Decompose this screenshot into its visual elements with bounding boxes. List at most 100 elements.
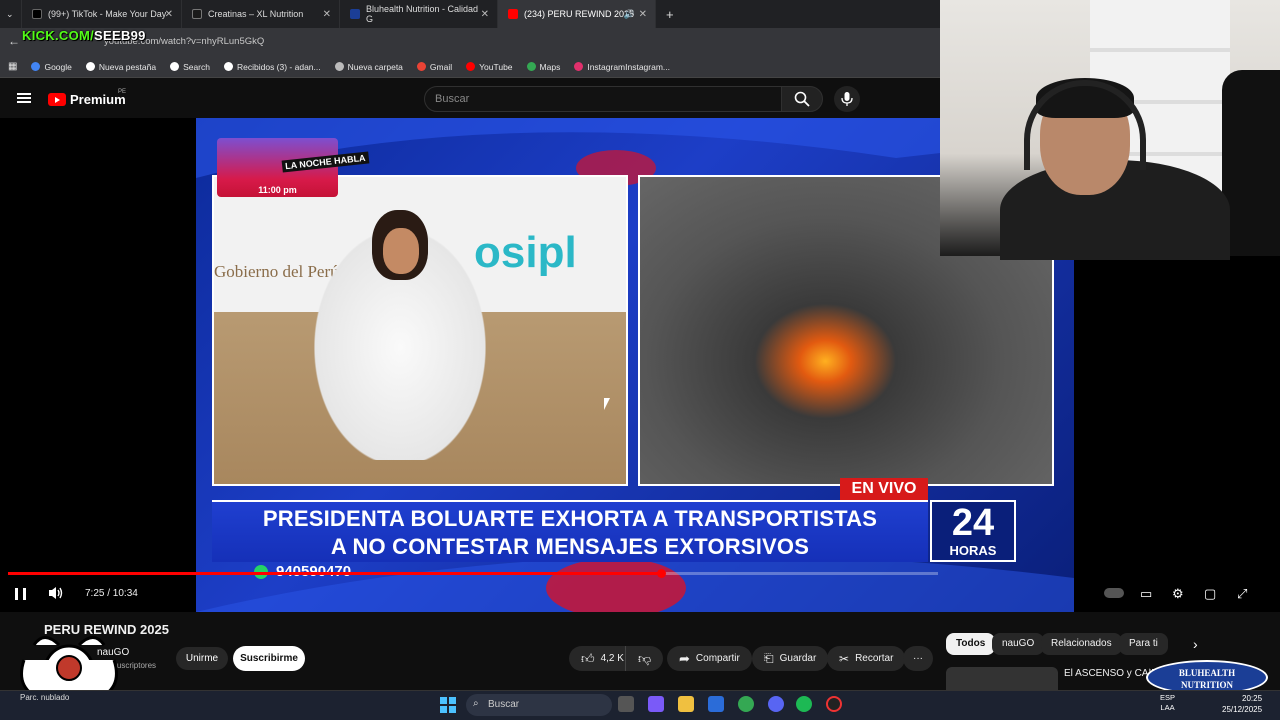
lang-layout: LAA — [1160, 703, 1175, 712]
back-arrow-icon[interactable]: ← — [8, 34, 20, 48]
dislike-button[interactable]: 👎︎ — [625, 646, 664, 671]
save-button[interactable]: ⎗ Guardar — [752, 646, 829, 671]
subscribe-button[interactable]: Suscribirme — [233, 646, 305, 671]
thumbs-down-icon: 👎︎ — [638, 650, 652, 666]
headline-line-1: PRESIDENTA BOLUARTE EXHORTA A TRANSPORTI… — [262, 506, 878, 531]
discord-icon[interactable] — [768, 696, 784, 712]
bookmark-icon — [31, 62, 41, 71]
settings-gear-icon[interactable]: ⚙ — [1172, 586, 1184, 602]
clip-label: Recortar — [855, 653, 894, 664]
search-button[interactable] — [781, 86, 823, 112]
bookmark-item[interactable]: Recibidos (3) - adan... — [224, 62, 321, 72]
windows-start-icon[interactable] — [440, 697, 456, 713]
bookmark-label: Recibidos (3) - adan... — [237, 61, 321, 72]
new-tab-button[interactable]: + — [656, 0, 684, 28]
overlay-text-a: KICK.COM/ — [22, 28, 95, 43]
thumbs-up-icon: 👍︎ — [581, 650, 595, 666]
bookmark-label: Search — [183, 61, 210, 72]
tab-youtube[interactable]: (234) PERU REWIND 2025 🔊 ✕ — [498, 0, 656, 28]
tab-strip: ⌄ (99+) TikTok - Make Your Day ✕ Creatin… — [0, 0, 940, 28]
share-button[interactable]: ➦ Compartir — [667, 646, 752, 671]
channel-number: 24 — [951, 502, 995, 544]
fullscreen-icon[interactable]: ⤢ — [1237, 586, 1247, 602]
sponsor-line-1: BLUHEALTH — [1178, 668, 1236, 678]
bookmark-label: Gmail — [429, 61, 453, 72]
language-indicator[interactable]: ESP LAA — [1160, 693, 1175, 713]
bookmarks-bar: ▦ Google Nueva pestaña Search Recibidos (3)… — [0, 56, 940, 78]
bookmark-item[interactable]: Maps — [526, 61, 561, 72]
weather-widget[interactable]: Parc. nublado — [20, 693, 69, 702]
bookmark-item[interactable]: Google — [31, 61, 72, 72]
chip-para-ti[interactable]: Para ti — [1119, 633, 1168, 655]
overlay-text-b: SEEB99 — [94, 28, 146, 43]
system-clock[interactable]: 20:25 25/12/2025 — [1222, 693, 1262, 715]
speaker-face — [383, 228, 419, 274]
tab-label: Bluhealth Nutrition - Calidad G — [365, 4, 479, 24]
bookmark-icon — [334, 62, 344, 71]
youtube-play-icon — [48, 93, 66, 106]
microphone-icon — [841, 92, 853, 106]
youtube-icon — [508, 9, 518, 19]
tab-xl-nutrition[interactable]: Creatinas – XL Nutrition ✕ — [182, 0, 340, 28]
bookmark-item[interactable]: Search — [170, 62, 210, 72]
tab-tiktok[interactable]: (99+) TikTok - Make Your Day ✕ — [22, 0, 182, 28]
pause-icon[interactable] — [15, 588, 26, 600]
join-button[interactable]: Unirme — [176, 647, 228, 670]
taskbar-search[interactable]: Buscar — [466, 694, 612, 716]
bookmark-label: YouTube — [479, 61, 513, 72]
share-label: Compartir — [695, 653, 740, 664]
bookmark-item[interactable]: Gmail — [416, 61, 453, 72]
clip-button[interactable]: ✂ Recortar — [827, 646, 906, 671]
bookmark-icon: ⎗ — [764, 651, 774, 665]
store-icon[interactable] — [708, 696, 724, 712]
bookmark-label: InstagramInstagram... — [587, 61, 670, 72]
close-icon[interactable]: ✕ — [165, 9, 173, 20]
channel-word: HORAS — [949, 543, 997, 558]
tab-bluhealth[interactable]: Bluhealth Nutrition - Calidad G ✕ — [340, 0, 498, 28]
volume-icon[interactable] — [48, 586, 64, 603]
autoplay-toggle[interactable] — [1104, 588, 1124, 598]
theater-mode-icon[interactable]: ▢ — [1204, 586, 1216, 602]
bookmark-label: Maps — [539, 61, 561, 72]
chip-relacionados[interactable]: Relacionados — [1041, 633, 1122, 655]
recommended-thumbnail[interactable] — [946, 667, 1058, 691]
close-icon[interactable]: ✕ — [323, 9, 331, 20]
bookmark-item[interactable]: YouTube — [466, 61, 513, 72]
webcam-chair — [1222, 70, 1280, 256]
chip-naugo[interactable]: nauGO — [992, 633, 1045, 655]
save-label: Guardar — [779, 653, 817, 664]
close-icon[interactable]: ✕ — [481, 9, 489, 20]
chrome-icon[interactable] — [738, 696, 754, 712]
apps-grid-icon[interactable]: ▦ — [8, 61, 17, 72]
app-icon[interactable] — [826, 696, 842, 712]
file-explorer-icon[interactable] — [678, 696, 694, 712]
more-actions-button[interactable]: ··· — [903, 646, 933, 671]
tab-label: Creatinas – XL Nutrition — [208, 9, 304, 19]
clock-date: 25/12/2025 — [1222, 705, 1263, 714]
search-input[interactable]: Buscar — [424, 86, 782, 112]
youtube-premium-logo[interactable]: Premium — [48, 92, 126, 107]
speaker-icon[interactable]: 🔊 — [624, 9, 635, 20]
bookmark-label: Google — [44, 61, 72, 72]
live-badge: EN VIVO — [840, 478, 928, 500]
tab-label: (234) PERU REWIND 2025 — [524, 9, 635, 19]
close-icon[interactable]: ✕ — [639, 9, 647, 20]
spotify-icon[interactable] — [796, 696, 812, 712]
voice-search-button[interactable] — [834, 86, 860, 112]
menu-icon[interactable] — [17, 93, 31, 103]
chip-todos[interactable]: Todos — [946, 633, 996, 655]
bookmark-item[interactable]: InstagramInstagram... — [574, 62, 670, 72]
copilot-icon[interactable] — [648, 696, 664, 712]
search-icon — [794, 91, 810, 107]
task-view-icon[interactable] — [618, 696, 634, 712]
mouse-cursor-icon — [604, 398, 610, 410]
progress-scrubber[interactable] — [656, 569, 666, 578]
bookmark-item[interactable]: Nueva pestaña — [85, 62, 156, 72]
speaker-icon — [49, 587, 63, 599]
bookmark-item[interactable]: Nueva carpeta — [334, 62, 403, 72]
show-time: 11:00 pm — [258, 185, 297, 195]
subtitles-icon[interactable]: ▭ — [1140, 586, 1152, 602]
chevron-right-icon[interactable]: › — [1193, 636, 1198, 652]
share-icon: ➦ — [679, 650, 690, 666]
tab-search-button[interactable]: ⌄ — [0, 0, 22, 28]
